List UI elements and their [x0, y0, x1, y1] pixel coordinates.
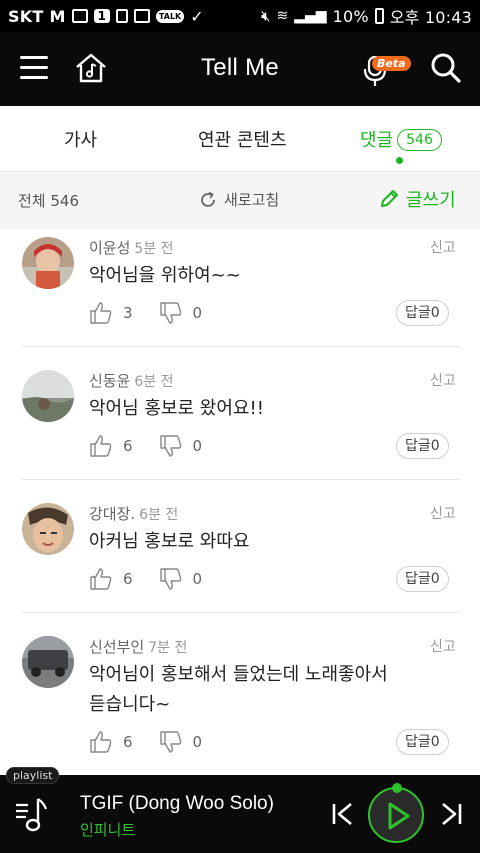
status-time: 오후 10:43	[389, 8, 472, 27]
comment-text-line: 듣습니다~	[89, 694, 171, 715]
dislike-count: 0	[192, 570, 203, 588]
like-count: 6	[123, 570, 133, 588]
comment-actions: 6 0	[89, 434, 228, 458]
divider	[22, 479, 460, 480]
author-name: 신선부인	[89, 638, 145, 656]
pencil-icon	[381, 190, 398, 207]
refresh-icon	[201, 191, 215, 207]
total-count: 전체 546	[18, 192, 79, 210]
write-label: 글쓰기	[406, 190, 456, 211]
phone-transfer-icon	[115, 9, 128, 23]
app-header: Tell Me Beta	[0, 32, 480, 106]
dislike-count: 0	[192, 304, 203, 322]
playback-progress-dot	[392, 783, 402, 793]
signal-icon: ▂▄▆	[294, 8, 327, 24]
comments-toolbar: 전체 546 새로고침 글쓰기	[0, 173, 480, 229]
content-tabs: 가사 연관 콘텐츠 댓글 546	[0, 106, 480, 172]
talk-icon: TALK	[155, 9, 185, 23]
like-count: 6	[123, 437, 133, 455]
thumbs-up-icon[interactable]	[89, 434, 113, 458]
report-button[interactable]: 신고	[430, 370, 456, 390]
comment-text: 악어님을 위하여~~	[89, 265, 241, 286]
mail-icon	[71, 9, 88, 23]
beta-badge: Beta	[372, 56, 411, 71]
tab-lyrics[interactable]: 가사	[64, 126, 97, 152]
thumbs-down-icon[interactable]	[159, 301, 183, 325]
comment-text: 악어님 홍보로 왔어요!!	[89, 398, 264, 419]
active-tab-indicator	[396, 157, 403, 164]
avatar[interactable]	[22, 636, 74, 688]
dislike-count: 0	[192, 733, 203, 751]
comment-text-line: 악어님이 홍보해서 들었는데 노래좋아서	[89, 664, 388, 685]
comment-time: 7분 전	[148, 640, 188, 656]
avatar[interactable]	[22, 503, 74, 555]
author-name: 신동윤	[89, 372, 131, 390]
thumbs-down-icon[interactable]	[159, 434, 183, 458]
comment-text: 악어님이 홍보해서 들었는데 노래좋아서 듣습니다~	[89, 660, 429, 720]
comment-author[interactable]: 강대장. 6분 전	[89, 503, 178, 524]
tab-comments-label: 댓글	[360, 130, 394, 151]
comment-author[interactable]: 이윤성 5분 전	[89, 237, 174, 258]
download-check-icon: ✓	[190, 6, 204, 26]
carrier-m-icon: M	[49, 6, 66, 26]
battery-icon	[374, 8, 384, 24]
next-track-icon[interactable]	[438, 801, 464, 827]
comment-text: 아커님 홍보로 와따요	[89, 531, 250, 552]
battery-percent: 10%	[332, 6, 369, 26]
comment-actions: 6 0	[89, 730, 228, 754]
comment-time: 6분 전	[139, 507, 179, 523]
comment-list[interactable]: 이윤성 5분 전 신고 악어님을 위하여~~ 3 0 답글0 신동윤 6분 전 신고…	[0, 229, 480, 775]
carrier-label: SKT	[8, 6, 44, 26]
author-name: 강대장.	[89, 505, 136, 523]
playlist-tag[interactable]: playlist	[6, 767, 60, 784]
comment-time: 6분 전	[134, 374, 174, 390]
track-title[interactable]: TGIF (Dong Woo Solo)	[80, 793, 274, 815]
reply-button[interactable]: 답글0	[396, 729, 449, 755]
dislike-count: 0	[192, 437, 203, 455]
report-button[interactable]: 신고	[430, 503, 456, 523]
comment-actions: 3 0	[89, 301, 228, 325]
author-name: 이윤성	[89, 239, 131, 257]
refresh-label: 새로고침	[224, 191, 280, 209]
divider	[22, 346, 460, 347]
status-bar: SKT M 1 TALK ✓ 🔇︎ ≋ ▂▄▆ 10% 오후 10:43	[0, 0, 480, 32]
play-button[interactable]	[368, 787, 424, 843]
mute-icon: 🔇︎	[261, 7, 271, 25]
report-button[interactable]: 신고	[430, 636, 456, 656]
comment-author[interactable]: 신동윤 6분 전	[89, 370, 174, 391]
tab-comments[interactable]: 댓글 546	[360, 126, 442, 152]
write-comment-button[interactable]: 글쓰기	[378, 186, 456, 212]
avatar[interactable]	[22, 237, 74, 289]
comment-actions: 6 0	[89, 567, 228, 591]
notification-count-icon: 1	[93, 9, 110, 23]
like-count: 6	[123, 733, 133, 751]
comment-author[interactable]: 신선부인 7분 전	[89, 636, 187, 657]
like-count: 3	[123, 304, 133, 322]
reply-button[interactable]: 답글0	[396, 433, 449, 459]
comment-time: 5분 전	[134, 241, 174, 257]
reply-button[interactable]: 답글0	[396, 300, 449, 326]
thumbs-down-icon[interactable]	[159, 567, 183, 591]
playlist-icon[interactable]	[14, 795, 54, 835]
divider	[22, 612, 460, 613]
wifi-icon: ≋	[276, 8, 289, 24]
track-artist[interactable]: 인피니트	[80, 819, 135, 840]
refresh-button[interactable]: 새로고침	[198, 189, 279, 210]
play-icon	[388, 802, 410, 830]
thumbs-up-icon[interactable]	[89, 730, 113, 754]
tab-related-content[interactable]: 연관 콘텐츠	[198, 126, 287, 152]
avatar[interactable]	[22, 370, 74, 422]
search-icon[interactable]	[430, 52, 462, 84]
report-button[interactable]: 신고	[430, 237, 456, 257]
thumbs-up-icon[interactable]	[89, 567, 113, 591]
comment-count-badge: 546	[397, 129, 442, 151]
thumbs-down-icon[interactable]	[159, 730, 183, 754]
mini-player: playlist TGIF (Dong Woo Solo) 인피니트	[0, 767, 480, 853]
previous-track-icon[interactable]	[330, 801, 356, 827]
gallery-icon	[133, 9, 150, 23]
thumbs-up-icon[interactable]	[89, 301, 113, 325]
reply-button[interactable]: 답글0	[396, 566, 449, 592]
